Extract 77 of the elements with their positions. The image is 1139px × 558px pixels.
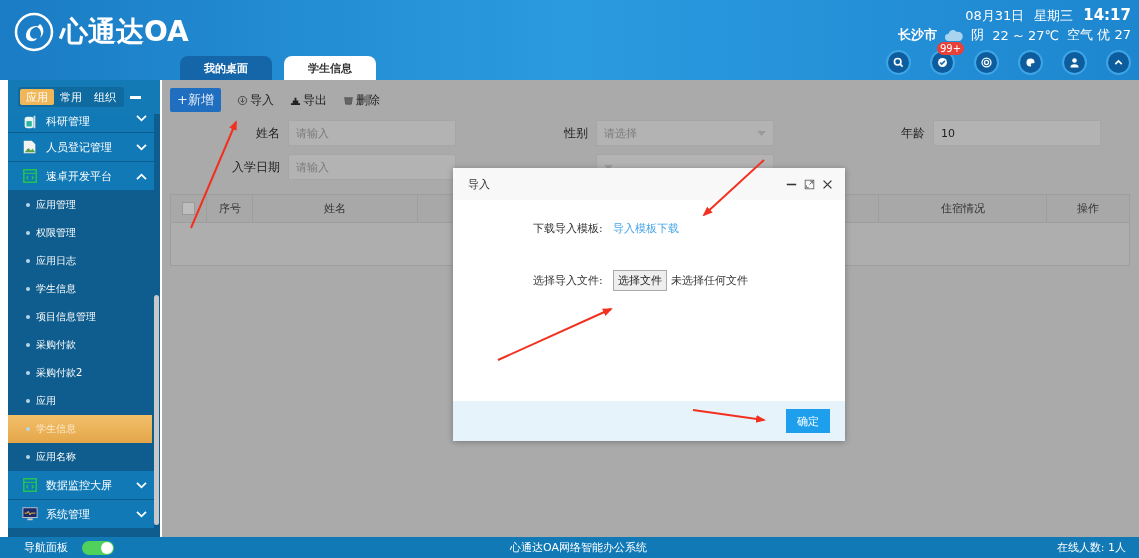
logo-icon (14, 12, 54, 52)
chevron-icon (135, 509, 148, 519)
weekday-text: 星期三 (1034, 7, 1074, 25)
time-text: 14:17 (1083, 6, 1131, 24)
tab[interactable]: 学生信息 (284, 56, 376, 80)
file-label: 选择导入文件: (533, 273, 603, 288)
chevron-icon (135, 114, 148, 123)
toggle-switch[interactable] (82, 540, 114, 555)
cloud-icon (945, 28, 964, 42)
toolbar-button[interactable]: 导入 (236, 91, 274, 109)
checkbox[interactable] (182, 202, 195, 215)
menu-item[interactable]: 权限管理 (8, 219, 154, 247)
weather-text: 阴 (971, 26, 985, 44)
menu-item[interactable]: 应用名称 (8, 443, 154, 471)
code-icon (22, 168, 38, 184)
scrollbar[interactable] (154, 295, 159, 525)
menu-item[interactable]: 应用 (8, 387, 154, 415)
sidebar-tab[interactable]: 组织 (88, 89, 122, 105)
menu-item[interactable]: 学生信息 (8, 275, 154, 303)
monitor-icon (22, 506, 38, 522)
air-quality-text: 空气 优 27 (1067, 26, 1131, 44)
menu-group[interactable]: 科研管理 (8, 114, 154, 133)
tab[interactable]: 我的桌面 (180, 56, 272, 80)
menu-group[interactable]: 速卓开发平台 (8, 162, 154, 191)
temperature-text: 22 ~ 27℃ (992, 27, 1060, 43)
field-label: 姓名 (255, 124, 280, 142)
trash-icon (342, 94, 354, 106)
online-count: 在线人数: 1人 (1056, 540, 1126, 555)
column-header: 住宿情况 (879, 195, 1047, 222)
nav-panel-label: 导航面板 (24, 540, 68, 555)
notification-badge: 99+ (937, 42, 965, 55)
close-icon[interactable] (822, 178, 833, 190)
city-text: 长沙市 (898, 26, 938, 44)
menu-group[interactable]: 系统管理 (8, 500, 154, 529)
search-icon (892, 56, 905, 69)
toolbar-button[interactable]: 删除 (342, 91, 380, 109)
search-button[interactable] (886, 50, 911, 75)
palette-button[interactable] (1018, 50, 1043, 75)
toolbar-button[interactable]: 导出 (289, 91, 327, 109)
broken-image-icon (22, 139, 38, 155)
field-label: 入学日期 (231, 158, 280, 176)
dialog-title: 导入 (468, 176, 490, 192)
check-icon (936, 56, 949, 69)
maximize-icon[interactable] (804, 178, 815, 190)
chevron-icon (135, 142, 148, 152)
target-icon (980, 56, 993, 69)
chevron-icon (135, 171, 148, 181)
menu-item[interactable]: 采购付款 (8, 331, 154, 359)
code-icon (22, 477, 38, 493)
chevron-icon (135, 480, 148, 490)
add-button[interactable]: +新增 (170, 88, 221, 112)
date-text: 08月31日 (965, 7, 1025, 25)
choose-file-button[interactable]: 选择文件 (612, 270, 667, 291)
column-header: 操作 (1076, 201, 1100, 217)
chevron-button[interactable] (1106, 50, 1131, 75)
person-icon (1068, 56, 1081, 69)
field-label: 年龄 (900, 124, 925, 142)
download-icon (236, 94, 248, 106)
menu-item[interactable]: 项目信息管理 (8, 303, 154, 331)
caret-icon (757, 130, 766, 136)
menu-group[interactable]: 人员登记管理 (8, 133, 154, 162)
target-button[interactable] (974, 50, 999, 75)
download-label: 下载导入模板: (533, 221, 603, 236)
menu-group[interactable]: 数据监控大屏 (8, 471, 154, 500)
field-label: 性别 (563, 124, 588, 142)
menu-item[interactable]: 应用日志 (8, 247, 154, 275)
column-header: 姓名 (253, 195, 418, 222)
logo-text: 心通达OA (60, 14, 189, 50)
person-button[interactable] (1062, 50, 1087, 75)
column-header: 序号 (207, 195, 253, 222)
input-field[interactable]: 10 (933, 120, 1101, 146)
arrow-annotation (702, 159, 765, 217)
footer-title: 心通达OA网络智能办公系统 (510, 540, 647, 555)
menu-item[interactable]: 应用管理 (8, 191, 154, 219)
menu-item[interactable]: 采购付款2 (8, 359, 154, 387)
file-status: 未选择任何文件 (670, 273, 748, 288)
sidebar-tab[interactable]: 常用 (54, 89, 88, 105)
